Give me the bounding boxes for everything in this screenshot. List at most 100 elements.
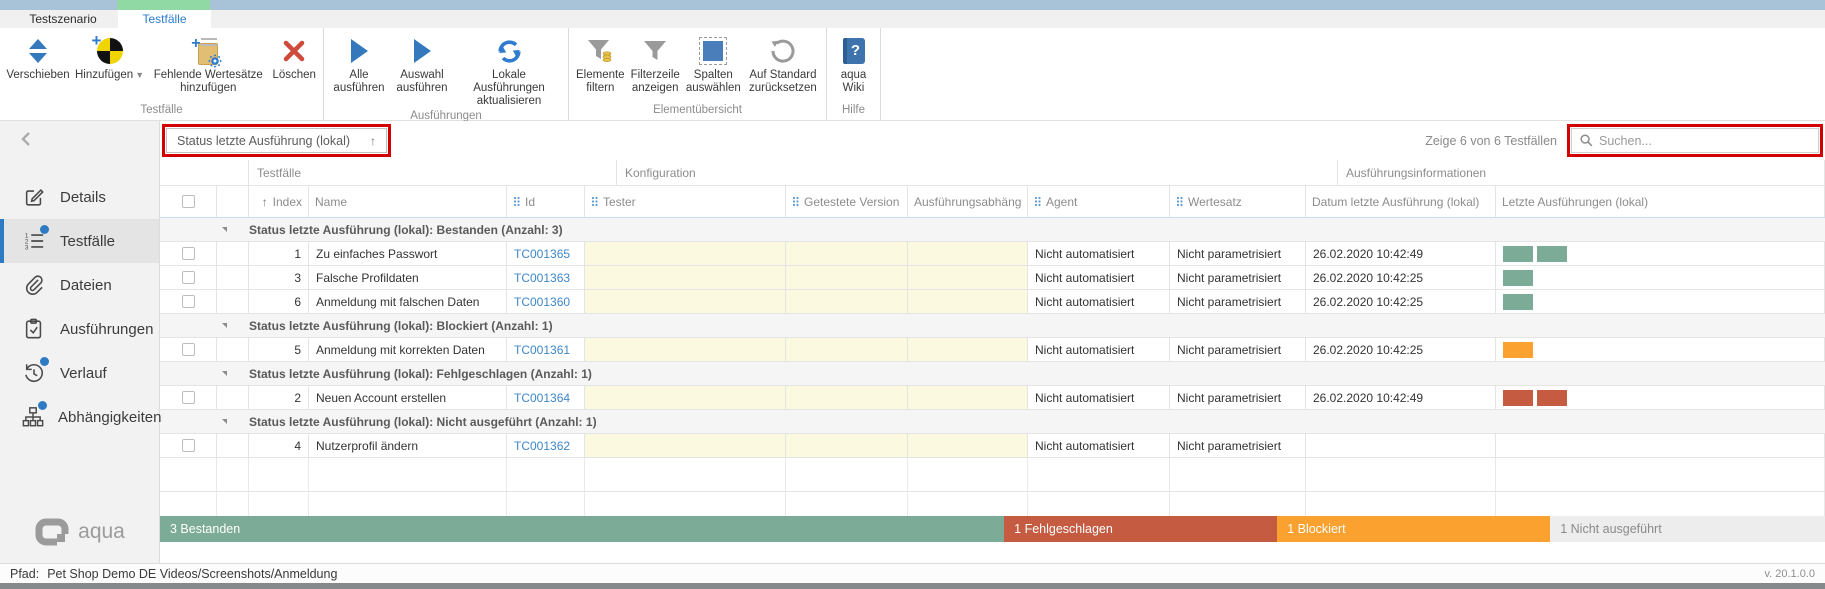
execution-block (1503, 390, 1533, 406)
testcase-row[interactable]: 4Nutzerprofil ändernTC001362Nicht automa… (160, 434, 1825, 458)
execution-block (1503, 246, 1533, 262)
numbered-list-icon: 123 (22, 229, 46, 253)
group-row[interactable]: Status letzte Ausführung (lokal): Blocki… (160, 314, 1825, 338)
group-by-chip[interactable]: Status letzte Ausführung (lokal) ↑ (166, 128, 387, 153)
cell-wertesatz: Nicht parametrisiert (1170, 338, 1306, 361)
sidebar-collapse-button[interactable] (0, 121, 159, 157)
group-row[interactable]: Status letzte Ausführung (lokal): Nicht … (160, 410, 1825, 434)
col-header-id[interactable]: Id (507, 186, 585, 217)
cell-ausfuehrungsabhaengigkeit[interactable] (908, 386, 1028, 409)
band-konfiguration[interactable]: Konfiguration (617, 160, 1338, 185)
collapse-triangle-icon[interactable] (222, 371, 227, 376)
row-checkbox[interactable] (182, 295, 195, 308)
collapse-triangle-icon[interactable] (222, 323, 227, 328)
cell-ausfuehrungsabhaengigkeit[interactable] (908, 338, 1028, 361)
spalten-auswaehlen-button[interactable]: Spalten auswählen (683, 31, 744, 95)
cell-tester[interactable] (585, 242, 786, 265)
cell-getestete-version[interactable] (786, 434, 908, 457)
search-box[interactable] (1571, 128, 1819, 153)
cell-ausfuehrungsabhaengigkeit[interactable] (908, 266, 1028, 289)
testcase-row[interactable]: 6Anmeldung mit falschen DatenTC001360Nic… (160, 290, 1825, 314)
filterzeile-anzeigen-button[interactable]: Filterzeile anzeigen (628, 31, 683, 95)
verschieben-button[interactable]: Verschieben (4, 31, 72, 82)
version-label: v. 20.1.0.0 (1764, 568, 1815, 580)
group-row-label: Status letzte Ausführung (lokal): Blocki… (249, 319, 553, 333)
cell-getestete-version[interactable] (786, 338, 908, 361)
band-testfaelle[interactable]: Testfälle (249, 160, 617, 185)
testcase-id-link[interactable]: TC001364 (514, 391, 570, 405)
tab-testszenario[interactable]: Testszenario (8, 10, 118, 28)
group-row[interactable]: Status letzte Ausführung (lokal): Fehlge… (160, 362, 1825, 386)
testcase-row[interactable]: 1Zu einfaches PasswortTC001365Nicht auto… (160, 242, 1825, 266)
cell-tester[interactable] (585, 434, 786, 457)
row-checkbox[interactable] (182, 439, 195, 452)
play-icon (349, 33, 369, 69)
cell-ausfuehrungsabhaengigkeit[interactable] (908, 434, 1028, 457)
col-header-agent[interactable]: Agent (1028, 186, 1170, 217)
add-valuesets-icon: + (198, 33, 218, 69)
collapse-triangle-icon[interactable] (222, 227, 227, 232)
hinzufuegen-button[interactable]: + Hinzufügen▼ (72, 31, 147, 82)
sidebar-item-testfaelle[interactable]: 123 Testfälle (0, 219, 159, 263)
testcase-row[interactable]: 5Anmeldung mit korrekten DatenTC001361Ni… (160, 338, 1825, 362)
cell-getestete-version[interactable] (786, 386, 908, 409)
filter-icon (643, 33, 667, 69)
auf-standard-button[interactable]: Auf Standard zurücksetzen (744, 31, 822, 95)
cell-getestete-version[interactable] (786, 290, 908, 313)
col-header-ausfuehrungsabhaengigkeit[interactable]: Ausführungsabhäng (908, 186, 1028, 217)
testcase-id-link[interactable]: TC001361 (514, 343, 570, 357)
move-updown-icon (26, 33, 50, 69)
sidebar-item-ausfuehrungen[interactable]: Ausführungen (0, 307, 159, 351)
row-checkbox[interactable] (182, 247, 195, 260)
col-header-getestete-version[interactable]: Getestete Version (786, 186, 908, 217)
lokale-aktualisieren-button[interactable]: Lokale Ausführungen aktualisieren (454, 31, 564, 109)
cell-getestete-version[interactable] (786, 266, 908, 289)
col-header-index[interactable]: ↑Index (249, 186, 309, 217)
sidebar-item-verlauf[interactable]: Verlauf (0, 351, 159, 395)
status-segment: 1 Nicht ausgeführt (1550, 516, 1825, 542)
testcase-row[interactable]: 2Neuen Account erstellenTC001364Nicht au… (160, 386, 1825, 410)
col-header-tester[interactable]: Tester (585, 186, 786, 217)
col-header-datum[interactable]: Datum letzte Ausführung (lokal) (1306, 186, 1496, 217)
tab-testfaelle[interactable]: Testfälle (118, 10, 211, 28)
cell-ausfuehrungsabhaengigkeit[interactable] (908, 290, 1028, 313)
select-all-checkbox[interactable] (182, 195, 195, 208)
group-row[interactable]: Status letzte Ausführung (lokal): Bestan… (160, 218, 1825, 242)
ribbon-group-label: Testfälle (0, 103, 323, 120)
loeschen-button[interactable]: Löschen (269, 31, 319, 82)
col-header-wertesatz[interactable]: Wertesatz (1170, 186, 1306, 217)
cell-tester[interactable] (585, 338, 786, 361)
cell-datum: 26.02.2020 10:42:49 (1306, 242, 1496, 265)
auswahl-ausfuehren-button[interactable]: Auswahl ausführen (390, 31, 454, 95)
row-checkbox[interactable] (182, 391, 195, 404)
band-ausfuehrungsinformationen[interactable]: Ausführungsinformationen (1338, 160, 1825, 185)
fehlende-wertesaetze-button[interactable]: + Fehlende Wertesätze hinzufügen (147, 31, 269, 95)
testcase-row[interactable]: 3Falsche ProfildatenTC001363Nicht automa… (160, 266, 1825, 290)
cell-agent: Nicht automatisiert (1028, 338, 1170, 361)
col-header-letzte-ausfuehrungen[interactable]: Letzte Ausführungen (lokal) (1496, 186, 1825, 217)
row-checkbox[interactable] (182, 343, 195, 356)
cell-tester[interactable] (585, 290, 786, 313)
notification-dot (38, 401, 47, 410)
cell-tester[interactable] (585, 266, 786, 289)
sort-ascending-icon[interactable]: ↑ (370, 134, 376, 148)
row-checkbox[interactable] (182, 271, 195, 284)
aqua-wiki-button[interactable]: ? aqua Wiki (831, 31, 876, 95)
sidebar-item-abhaengigkeiten[interactable]: Abhängigkeiten (0, 395, 159, 439)
sidebar-item-dateien[interactable]: Dateien (0, 263, 159, 307)
testcase-id-link[interactable]: TC001362 (514, 439, 570, 453)
cell-getestete-version[interactable] (786, 242, 908, 265)
cell-tester[interactable] (585, 386, 786, 409)
testcase-id-link[interactable]: TC001363 (514, 271, 570, 285)
cell-letzte-ausfuehrungen (1496, 290, 1825, 313)
collapse-triangle-icon[interactable] (222, 419, 227, 424)
elemente-filtern-button[interactable]: Elemente filtern (573, 31, 628, 95)
cell-ausfuehrungsabhaengigkeit[interactable] (908, 242, 1028, 265)
col-header-name[interactable]: Name (309, 186, 507, 217)
cell-wertesatz: Nicht parametrisiert (1170, 434, 1306, 457)
alle-ausfuehren-button[interactable]: Alle ausführen (328, 31, 390, 95)
testcase-id-link[interactable]: TC001360 (514, 295, 570, 309)
sidebar-item-details[interactable]: Details (0, 175, 159, 219)
testcase-id-link[interactable]: TC001365 (514, 247, 570, 261)
search-input[interactable] (1599, 134, 1810, 148)
